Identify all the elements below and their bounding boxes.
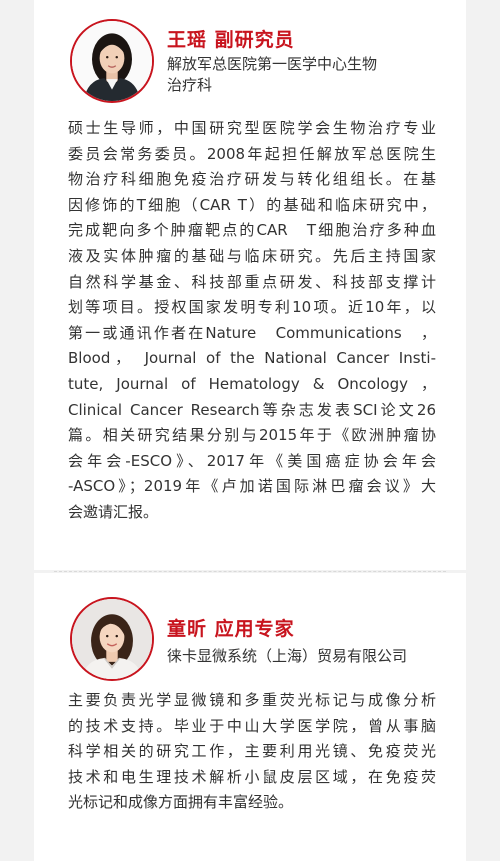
- portrait-photo-woman: [72, 21, 152, 101]
- bio-line: 技术和电生理技术解析小鼠皮层区域，在免疫荧: [68, 767, 436, 786]
- bio-line: 科学相关的研究工作，主要利用光镜、免疫荧光: [68, 742, 436, 761]
- profile-affiliation: 解放军总医院第一医学中心生物 治疗科: [167, 54, 437, 96]
- bio-line: -ASCO》；2019年《卢加诺国际淋巴瘤会议》大: [68, 477, 436, 496]
- profile-bio: 硕士生导师，中国研究型医院学会生物治疗专业 委员会常务委员。2008年起担任解放…: [68, 116, 436, 526]
- bio-line: 第一或通讯作者在Nature Communications ，: [68, 323, 436, 342]
- profile-bio: 主要负责光学显微镜和多重荧光标记与成像分析 的技术支持。毕业于中山大学医学院，曾…: [68, 688, 436, 816]
- bio-line: 物治疗科细胞免疫治疗研发与转化组组长。在基: [68, 170, 436, 189]
- profile-name: 王瑶 副研究员: [167, 29, 295, 51]
- bio-line: 因修饰的T细胞（CAR T）的基础和临床研究中，: [68, 195, 436, 214]
- profile-affiliation: 徕卡显微系统（上海）贸易有限公司: [167, 646, 452, 667]
- profile-name: 童昕 应用专家: [167, 618, 295, 640]
- portrait-photo-woman: [72, 599, 152, 679]
- bio-line: 会邀请汇报。: [68, 502, 159, 521]
- bio-line: 光标记和成像方面拥有丰富经验。: [68, 793, 294, 812]
- bio-line: tute, Journal of Hematology & Oncology ，: [68, 374, 436, 393]
- avatar-tong-xin: [70, 597, 154, 681]
- bio-line: 完成靶向多个肿瘤靶点的CAR T细胞治疗多种血: [68, 221, 436, 240]
- affiliation-line: 治疗科: [167, 76, 213, 94]
- bio-line: 的技术支持。毕业于中山大学医学院，曾从事脑: [68, 716, 436, 735]
- bio-line: Clinical Cancer Research等杂志发表SCI论文26: [68, 400, 436, 419]
- bio-line: 主要负责光学显微镜和多重荧光标记与成像分析: [68, 691, 436, 709]
- bio-line: 划等项目。授权国家发明专利10项。近10年，以: [68, 298, 436, 317]
- section-divider: [54, 571, 446, 572]
- bio-line: 篇。相关研究结果分别与2015年于《欧洲肿瘤协: [68, 426, 436, 445]
- bio-line: 自然科学基金、科技部重点研发、科技部支撑计: [68, 272, 436, 291]
- bio-line: 会年会-ESCO》、2017年《美国癌症协会年会: [68, 451, 436, 470]
- bio-line: Blood， Journal of the National Cancer In…: [68, 349, 436, 368]
- bio-line: 液及实体肿瘤的基础与临床研究。先后主持国家: [68, 246, 436, 265]
- avatar-wang-yao: [70, 19, 154, 103]
- bio-line: 委员会常务委员。2008年起担任解放军总医院生: [68, 144, 436, 163]
- affiliation-line: 解放军总医院第一医学中心生物: [167, 55, 378, 73]
- bio-line: 硕士生导师，中国研究型医院学会生物治疗专业: [68, 119, 436, 137]
- affiliation-line: 徕卡显微系统（上海）贸易有限公司: [167, 647, 408, 665]
